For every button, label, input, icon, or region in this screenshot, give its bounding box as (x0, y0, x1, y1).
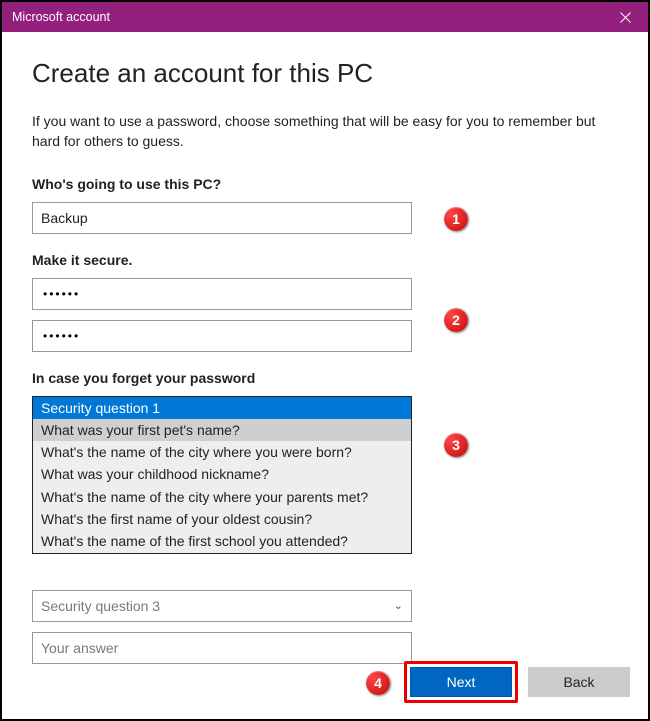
annotation-badge-4: 4 (366, 671, 390, 695)
annotation-badge-3: 3 (444, 433, 468, 457)
password-input[interactable]: •••••• (32, 278, 412, 310)
next-button[interactable]: Next (410, 667, 512, 697)
username-input[interactable] (32, 202, 412, 234)
annotation-badge-2: 2 (444, 308, 468, 332)
main-content: Create an account for this PC If you wan… (2, 32, 648, 678)
close-icon (620, 12, 631, 23)
dropdown-option[interactable]: What's the name of the first school you … (33, 530, 411, 552)
username-label: Who's going to use this PC? (32, 176, 618, 192)
security-question-1-dropdown[interactable]: Security question 1 What was your first … (32, 396, 412, 554)
chevron-down-icon: ⌄ (394, 599, 403, 612)
footer-buttons: Next Back (404, 661, 630, 703)
dropdown-option[interactable]: What was your first pet's name? (33, 419, 411, 441)
close-button[interactable] (603, 2, 648, 32)
secure-label: Make it secure. (32, 252, 618, 268)
security-question-3-placeholder: Security question 3 (41, 598, 160, 614)
dropdown-option[interactable]: What was your childhood nickname? (33, 463, 411, 485)
page-title: Create an account for this PC (32, 58, 618, 89)
forget-password-label: In case you forget your password (32, 370, 618, 386)
dropdown-selected[interactable]: Security question 1 (33, 397, 411, 419)
security-question-3-dropdown[interactable]: Security question 3 ⌄ (32, 590, 412, 622)
back-button[interactable]: Back (528, 667, 630, 697)
annotation-badge-1: 1 (444, 207, 468, 231)
titlebar: Microsoft account (2, 2, 648, 32)
dropdown-option[interactable]: What's the name of the city where your p… (33, 486, 411, 508)
answer-input[interactable]: Your answer (32, 632, 412, 664)
window-title: Microsoft account (12, 10, 110, 24)
dropdown-option[interactable]: What's the first name of your oldest cou… (33, 508, 411, 530)
confirm-password-input[interactable]: •••••• (32, 320, 412, 352)
page-description: If you want to use a password, choose so… (32, 111, 618, 152)
dropdown-option[interactable]: What's the name of the city where you we… (33, 441, 411, 463)
next-button-highlight: Next (404, 661, 518, 703)
